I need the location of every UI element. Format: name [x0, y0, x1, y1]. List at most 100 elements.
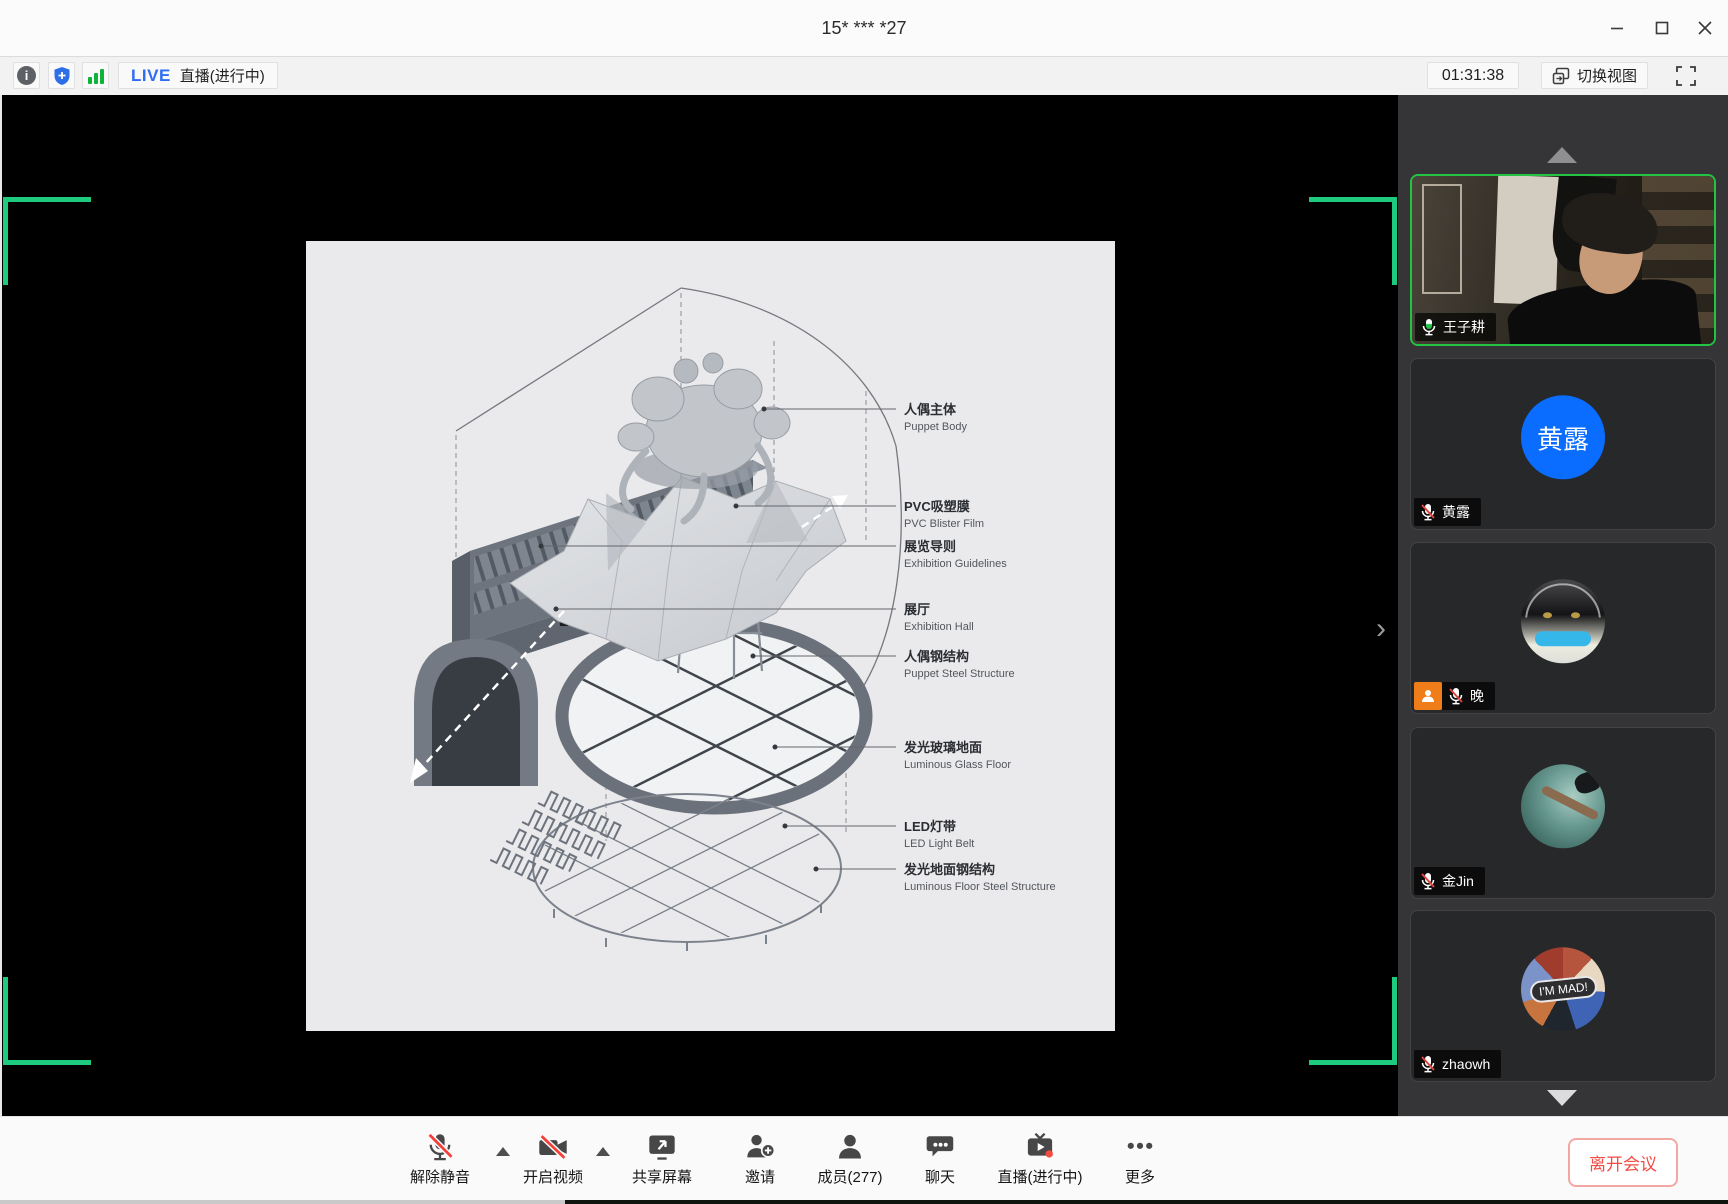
- sidebar-collapse-chevron[interactable]: ›: [1368, 609, 1394, 649]
- leave-meeting-label: 离开会议: [1589, 1150, 1657, 1175]
- share-screen-label: 共享屏幕: [607, 1166, 717, 1187]
- capture-corner-bottom-right: [1309, 977, 1397, 1065]
- window-edge: [0, 95, 2, 1116]
- name-chip: 王子耕: [1415, 313, 1496, 341]
- fullscreen-button[interactable]: [1672, 62, 1699, 89]
- security-button[interactable]: [48, 62, 75, 89]
- invite-icon: [745, 1132, 775, 1162]
- label-en: Luminous Glass Floor: [904, 759, 1011, 771]
- taskbar-strip-right: [565, 1200, 1728, 1204]
- participants-sidebar: 王子耕 黄露 黄露: [1398, 95, 1728, 1116]
- maximize-button[interactable]: [1640, 8, 1684, 48]
- start-video-button[interactable]: 开启视频: [498, 1129, 608, 1187]
- mic-on-icon: [1421, 318, 1437, 336]
- label-zh: 人偶钢结构: [904, 649, 969, 664]
- participant-tile-huanglu[interactable]: 黄露 黄露: [1410, 358, 1716, 530]
- share-screen-button[interactable]: 共享屏幕: [607, 1129, 717, 1187]
- label-zh: LED灯带: [904, 819, 956, 834]
- timer-value: 01:31:38: [1442, 67, 1504, 85]
- label-zh: 发光地面钢结构: [903, 862, 995, 877]
- start-video-label: 开启视频: [498, 1166, 608, 1187]
- switch-view-label: 切换视图: [1577, 65, 1637, 86]
- label-en: Exhibition Guidelines: [904, 558, 1007, 570]
- participant-name: 晚: [1470, 686, 1484, 706]
- chat-icon: [925, 1132, 955, 1162]
- close-icon: [1697, 20, 1713, 36]
- participant-name: 金Jin: [1442, 871, 1474, 891]
- name-chip: 金Jin: [1414, 867, 1485, 895]
- person-badge-icon: [1420, 688, 1436, 704]
- participant-name: zhaowh: [1442, 1056, 1490, 1072]
- avatar-text: I'M MAD!: [1529, 975, 1598, 1004]
- switch-view-icon: [1552, 67, 1570, 85]
- leave-meeting-button[interactable]: 离开会议: [1568, 1138, 1678, 1187]
- mic-muted-icon: [1420, 872, 1436, 890]
- mic-muted-icon: [1420, 503, 1436, 521]
- participant-tile-zhaowh[interactable]: I'M MAD! zhaowh: [1410, 910, 1716, 1082]
- share-screen-icon: [647, 1132, 677, 1162]
- label-en: PVC Blister Film: [904, 518, 984, 530]
- capture-corner-top-left: [3, 197, 91, 285]
- participant-tile-wangzigeng[interactable]: 王子耕: [1410, 174, 1716, 346]
- more-label: 更多: [1085, 1166, 1195, 1187]
- screen-share-content: 人偶主体 Puppet Body PVC吸塑膜 PVC Blister Film…: [306, 241, 1115, 1031]
- fullscreen-icon: [1675, 65, 1697, 87]
- top-toolbar: i LIVE 直播(进行中) 01:31:38: [0, 57, 1728, 95]
- chat-button[interactable]: 聊天: [885, 1129, 995, 1187]
- live-tv-icon: [1025, 1132, 1055, 1162]
- scroll-down-arrow[interactable]: [1547, 1090, 1577, 1106]
- scroll-up-arrow[interactable]: [1547, 147, 1577, 163]
- participant-name: 黄露: [1442, 502, 1470, 522]
- exhibition-diagram: 人偶主体 Puppet Body PVC吸塑膜 PVC Blister Film…: [306, 241, 1115, 1031]
- avatar: 黄露: [1521, 395, 1605, 479]
- mic-muted-icon: [1448, 687, 1464, 705]
- live-streaming-button[interactable]: 直播(进行中): [985, 1129, 1095, 1187]
- minimize-button[interactable]: [1595, 8, 1639, 48]
- capture-corner-top-right: [1309, 197, 1397, 285]
- name-chip: 黄露: [1414, 498, 1481, 526]
- avatar-initials: 黄露: [1537, 419, 1589, 456]
- label-en: Puppet Body: [904, 421, 967, 433]
- diagram-labels: 人偶主体 Puppet Body PVC吸塑膜 PVC Blister Film…: [903, 402, 1056, 893]
- participant-tile-jinjin[interactable]: 金Jin: [1410, 727, 1716, 899]
- label-zh: 展厅: [904, 602, 930, 617]
- main-stage: 人偶主体 Puppet Body PVC吸塑膜 PVC Blister Film…: [0, 95, 1728, 1116]
- control-bar: 解除静音 开启视频 共享屏幕: [0, 1116, 1728, 1204]
- label-zh: 展览导则: [904, 539, 956, 554]
- meeting-timer: 01:31:38: [1427, 62, 1519, 89]
- label-en: Puppet Steel Structure: [904, 668, 1015, 680]
- camera-off-icon: [537, 1132, 569, 1162]
- live-status-text: 直播(进行中): [180, 65, 265, 86]
- network-signal-button[interactable]: [82, 62, 109, 89]
- maximize-icon: [1654, 20, 1670, 36]
- participant-tile-wan[interactable]: 晚: [1410, 542, 1716, 714]
- avatar: I'M MAD!: [1521, 947, 1605, 1031]
- label-zh: PVC吸塑膜: [904, 499, 970, 514]
- shield-icon: [53, 66, 71, 86]
- signal-bars-icon: [87, 67, 105, 85]
- name-chip: zhaowh: [1414, 1050, 1501, 1078]
- label-zh: 人偶主体: [904, 402, 957, 417]
- meeting-window: 15* *** *27 i LIVE: [0, 0, 1728, 1204]
- name-chip: 晚: [1442, 682, 1495, 710]
- meeting-info-button[interactable]: i: [13, 62, 40, 89]
- label-en: Exhibition Hall: [904, 621, 974, 633]
- live-label: LIVE: [131, 66, 171, 86]
- window-title: 15* *** *27: [0, 0, 1728, 57]
- live-status-badge[interactable]: LIVE 直播(进行中): [118, 62, 278, 89]
- avatar: [1521, 764, 1605, 848]
- close-button[interactable]: [1683, 8, 1727, 48]
- label-en: LED Light Belt: [904, 838, 974, 850]
- mic-muted-icon: [1420, 1055, 1436, 1073]
- mic-muted-icon: [425, 1132, 455, 1162]
- switch-view-button[interactable]: 切换视图: [1541, 62, 1648, 89]
- member-badge: [1414, 682, 1442, 710]
- unmute-button[interactable]: 解除静音: [385, 1129, 495, 1187]
- taskbar-strip-left: [0, 1200, 565, 1204]
- more-icon: [1125, 1132, 1155, 1162]
- label-en: Luminous Floor Steel Structure: [904, 881, 1056, 893]
- more-button[interactable]: 更多: [1085, 1129, 1195, 1187]
- live-streaming-label: 直播(进行中): [985, 1166, 1095, 1187]
- avatar: [1521, 579, 1605, 663]
- title-bar: 15* *** *27: [0, 0, 1728, 57]
